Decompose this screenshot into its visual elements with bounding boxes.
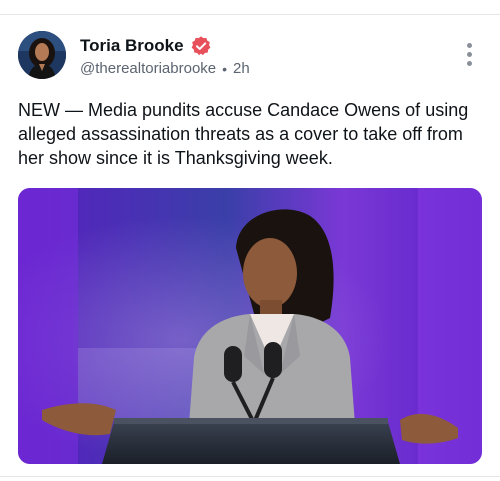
post-text: NEW — Media pundits accuse Candace Owens…	[18, 100, 469, 168]
top-divider	[0, 14, 500, 15]
verified-badge-icon	[190, 35, 212, 57]
post-header: Toria Brooke @therealtoriabrooke • 2h	[18, 31, 482, 83]
avatar-image	[18, 31, 66, 79]
speaker-photo	[18, 188, 482, 464]
post-image[interactable]	[18, 188, 482, 464]
post-meta: @therealtoriabrooke • 2h	[80, 60, 250, 77]
avatar[interactable]	[18, 31, 66, 79]
meta-separator: •	[222, 60, 228, 77]
author-name[interactable]: Toria Brooke	[80, 36, 184, 56]
author-handle[interactable]: @therealtoriabrooke	[80, 60, 216, 77]
more-vertical-icon[interactable]	[464, 43, 476, 67]
bottom-divider	[0, 476, 500, 477]
post-time[interactable]: 2h	[233, 60, 250, 77]
